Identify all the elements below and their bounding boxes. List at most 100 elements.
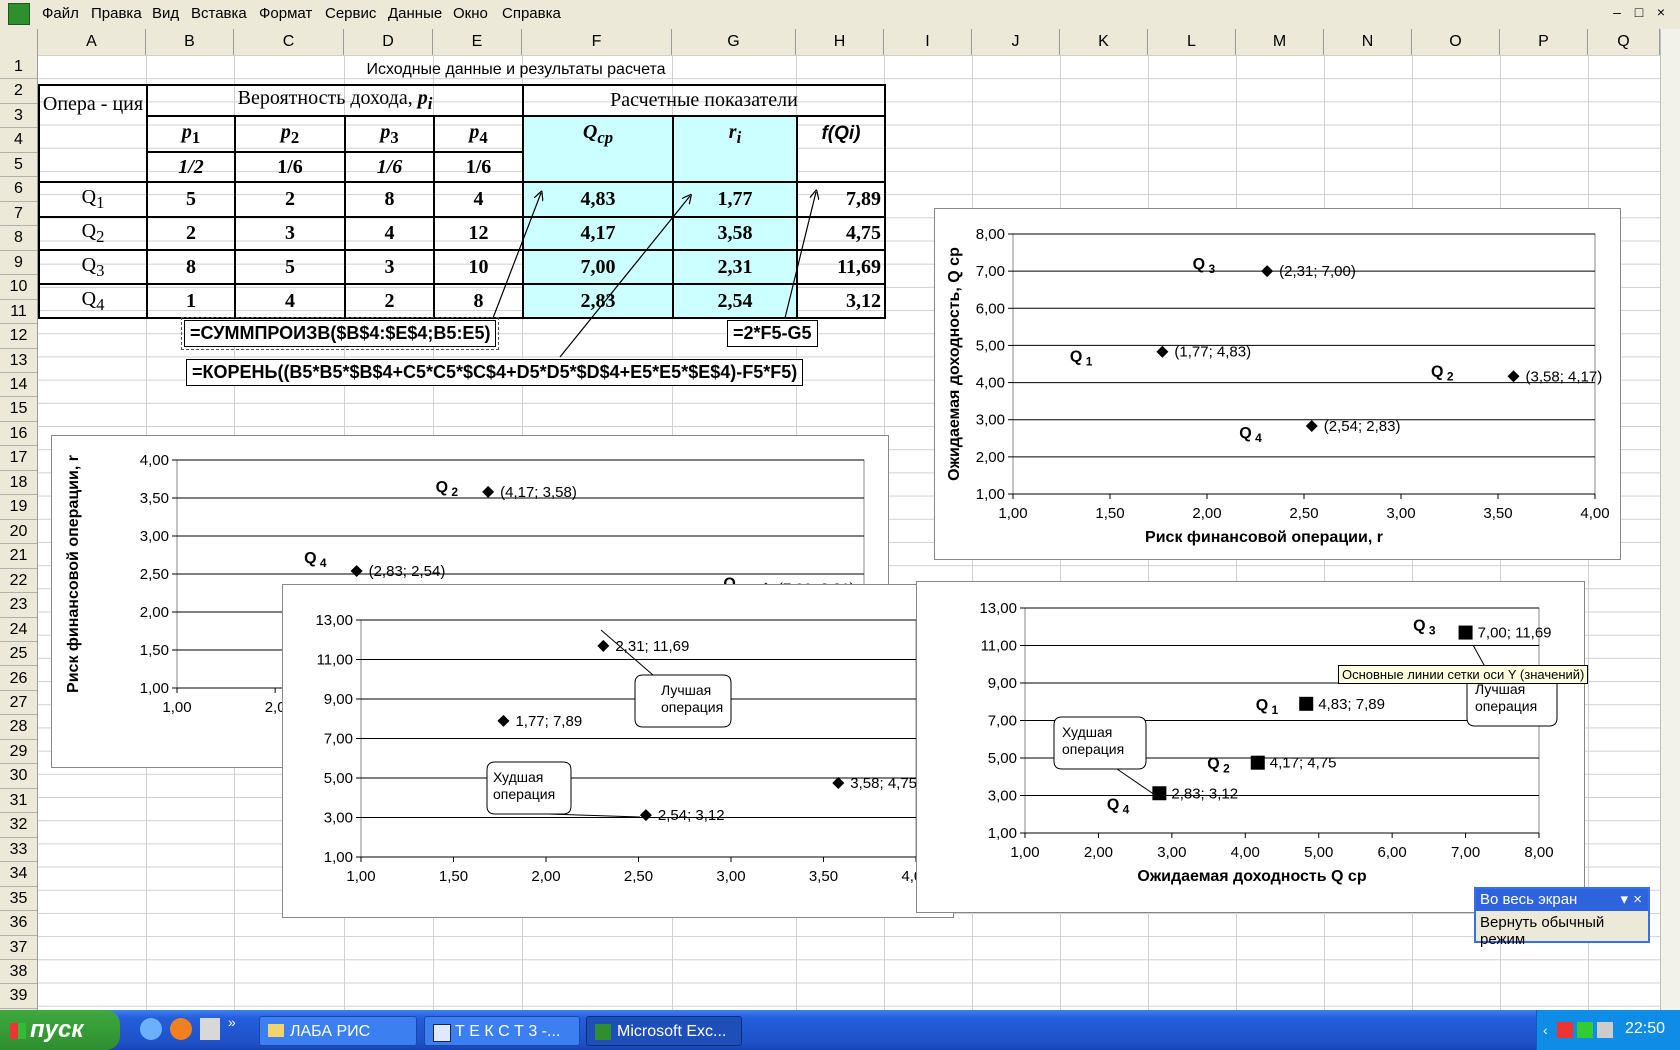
data-label: (3,58; 4,17) (1526, 368, 1603, 385)
worst-callout-text: Худшая (1062, 724, 1112, 740)
series-index: 2 (1444, 369, 1454, 383)
y-tick-label: 2,00 (140, 604, 169, 621)
taskbar-item-word[interactable]: Т Е К С Т 3 -... (424, 1016, 580, 1046)
series-index: 2 (448, 485, 458, 499)
y-tick-label: 3,00 (988, 788, 1017, 805)
series-name: Q (1107, 796, 1119, 813)
x-tick-label: 7,00 (1451, 844, 1480, 861)
y-tick-label: 7,00 (988, 713, 1017, 730)
taskbar-item-label: Т Е К С Т 3 -... (455, 1023, 561, 1040)
y-tick-label: 2,00 (976, 449, 1005, 466)
x-tick-label: 1,00 (1010, 844, 1039, 861)
taskbar-item-label: ЛАБА РИС (290, 1023, 371, 1040)
chart-f-vs-r[interactable]: 1,00 3,00 5,00 7,00 9,00 11,00 13,00 1,00 1,50 2,… (282, 584, 954, 918)
dropdown-icon[interactable]: ▾ (1620, 889, 1628, 911)
y-tick-label: 9,00 (324, 691, 353, 708)
y-tick-label: 1,00 (988, 825, 1017, 842)
tray-volume-icon[interactable] (1597, 1022, 1613, 1038)
chart-f-vs-q-svg: 1,00 3,00 5,00 7,00 9,00 11,00 13,00 1,00 2,00 3,… (979, 600, 1558, 885)
series-name: Q (436, 479, 448, 496)
y-tick-label: 5,00 (988, 750, 1017, 767)
gridline-tooltip: Основные линии сетки оси Y (значений) (1338, 665, 1589, 684)
x-axis-label: Риск финансовой операции, r (1145, 529, 1383, 546)
series-index: 4 (317, 556, 327, 570)
best-callout-text: Лучшая (661, 682, 711, 698)
series-index: 4 (1252, 431, 1262, 445)
data-label: 4,83; 7,89 (1318, 696, 1385, 713)
y-tick-label: 9,00 (988, 675, 1017, 692)
chart-f-vs-q[interactable]: 1,00 3,00 5,00 7,00 9,00 11,00 13,00 1,00 2,00 3,… (916, 581, 1585, 913)
tray-app-icon[interactable] (1557, 1022, 1573, 1038)
taskbar-item-excel[interactable]: Microsoft Exc... (586, 1016, 742, 1046)
y-tick-label: 11,00 (981, 638, 1017, 655)
series-index: 4 (1119, 802, 1129, 816)
y-tick-label: 5,00 (324, 770, 353, 787)
data-label: (4,17; 3,58) (500, 484, 577, 501)
y-tick-label: 4,00 (140, 452, 169, 469)
series-index: 3 (1205, 262, 1215, 276)
series-index: 2 (1220, 762, 1230, 776)
y-axis-label: Ожидаемая доходность, Q ср (946, 247, 963, 481)
x-tick-label: 5,00 (1304, 844, 1333, 861)
series-name: Q (1207, 756, 1219, 773)
x-tick-label: 1,50 (439, 868, 468, 885)
series-name: Q (1256, 697, 1268, 714)
system-tray: ‹ 22:50 (1536, 1010, 1680, 1050)
data-label: 3,58; 4,75 (850, 775, 917, 792)
start-label: пуск (30, 1016, 84, 1043)
arrow-to-f (784, 192, 816, 319)
firefox-icon[interactable] (170, 1018, 192, 1040)
data-label: (2,31; 7,00) (1279, 263, 1356, 280)
x-tick-label: 2,50 (624, 868, 653, 885)
x-tick-label: 1,00 (998, 505, 1027, 522)
y-tick-label: 7,00 (976, 263, 1005, 280)
data-label: (2,83; 2,54) (369, 563, 446, 580)
ie-icon[interactable] (140, 1018, 162, 1040)
x-tick-label: 4,00 (1231, 844, 1260, 861)
y-tick-label: 1,00 (324, 849, 353, 866)
y-tick-label: 4,00 (976, 375, 1005, 392)
series-name: Q (1239, 425, 1251, 442)
worst-callout-text: операция (493, 786, 555, 802)
y-tick-label: 6,00 (976, 300, 1005, 317)
word-icon (433, 1024, 451, 1042)
y-axis-label: Риск финансовой операции, r (65, 455, 82, 693)
y-tick-label: 3,50 (140, 490, 169, 507)
x-tick-label: 2,50 (1289, 505, 1318, 522)
tray-expand-icon[interactable]: ‹ (1543, 1022, 1548, 1038)
taskbar (0, 1010, 1680, 1050)
x-tick-label: 3,50 (809, 868, 838, 885)
app-quicklaunch-icon[interactable] (200, 1018, 220, 1040)
x-tick-label: 2,00 (1084, 844, 1113, 861)
data-label: 4,17; 4,75 (1270, 755, 1337, 772)
y-tick-label: 1,50 (140, 642, 169, 659)
y-tick-label: 11,00 (317, 652, 353, 669)
fullscreen-toolbar-title: Во весь экран ▾ × (1476, 889, 1648, 911)
folder-icon (268, 1024, 284, 1037)
x-tick-label: 8,00 (1524, 844, 1553, 861)
chart-f-vs-r-svg: 1,00 3,00 5,00 7,00 9,00 11,00 13,00 1,00 1,50 2,… (315, 612, 930, 885)
data-label: 7,00; 11,69 (1478, 625, 1552, 642)
start-button[interactable]: пуск (0, 1010, 120, 1050)
fullscreen-title-text: Во весь экран (1480, 891, 1578, 908)
series-name: Q (1431, 363, 1443, 380)
x-tick-label: 3,00 (1157, 844, 1186, 861)
arrow-to-r (559, 196, 690, 358)
taskbar-item-folder[interactable]: ЛАБА РИС (259, 1016, 417, 1046)
close-icon[interactable]: × (1633, 889, 1642, 911)
tray-network-icon[interactable] (1577, 1022, 1593, 1038)
data-point-square (1458, 625, 1473, 640)
chart-q-vs-r-svg: 1,00 2,00 3,00 4,00 5,00 6,00 7,00 8,00 1,00 1,50… (946, 226, 1610, 546)
y-tick-label: 1,00 (140, 680, 169, 697)
y-tick-label: 3,00 (140, 528, 169, 545)
chevron-right-icon[interactable]: » (228, 1014, 236, 1030)
y-tick-label: 13,00 (315, 612, 353, 629)
arrow-to-q-avg (492, 193, 541, 319)
series-name: Q (1193, 256, 1205, 273)
windows-logo-icon (10, 1022, 26, 1039)
chart-q-vs-r[interactable]: 1,00 2,00 3,00 4,00 5,00 6,00 7,00 8,00 1,00 1,50… (934, 208, 1621, 560)
data-label: 2,54; 3,12 (658, 807, 725, 824)
series-index: 1 (1268, 703, 1278, 717)
restore-normal-view-button[interactable]: Вернуть обычный режим (1476, 911, 1648, 951)
data-label: (1,77; 4,83) (1174, 344, 1251, 361)
